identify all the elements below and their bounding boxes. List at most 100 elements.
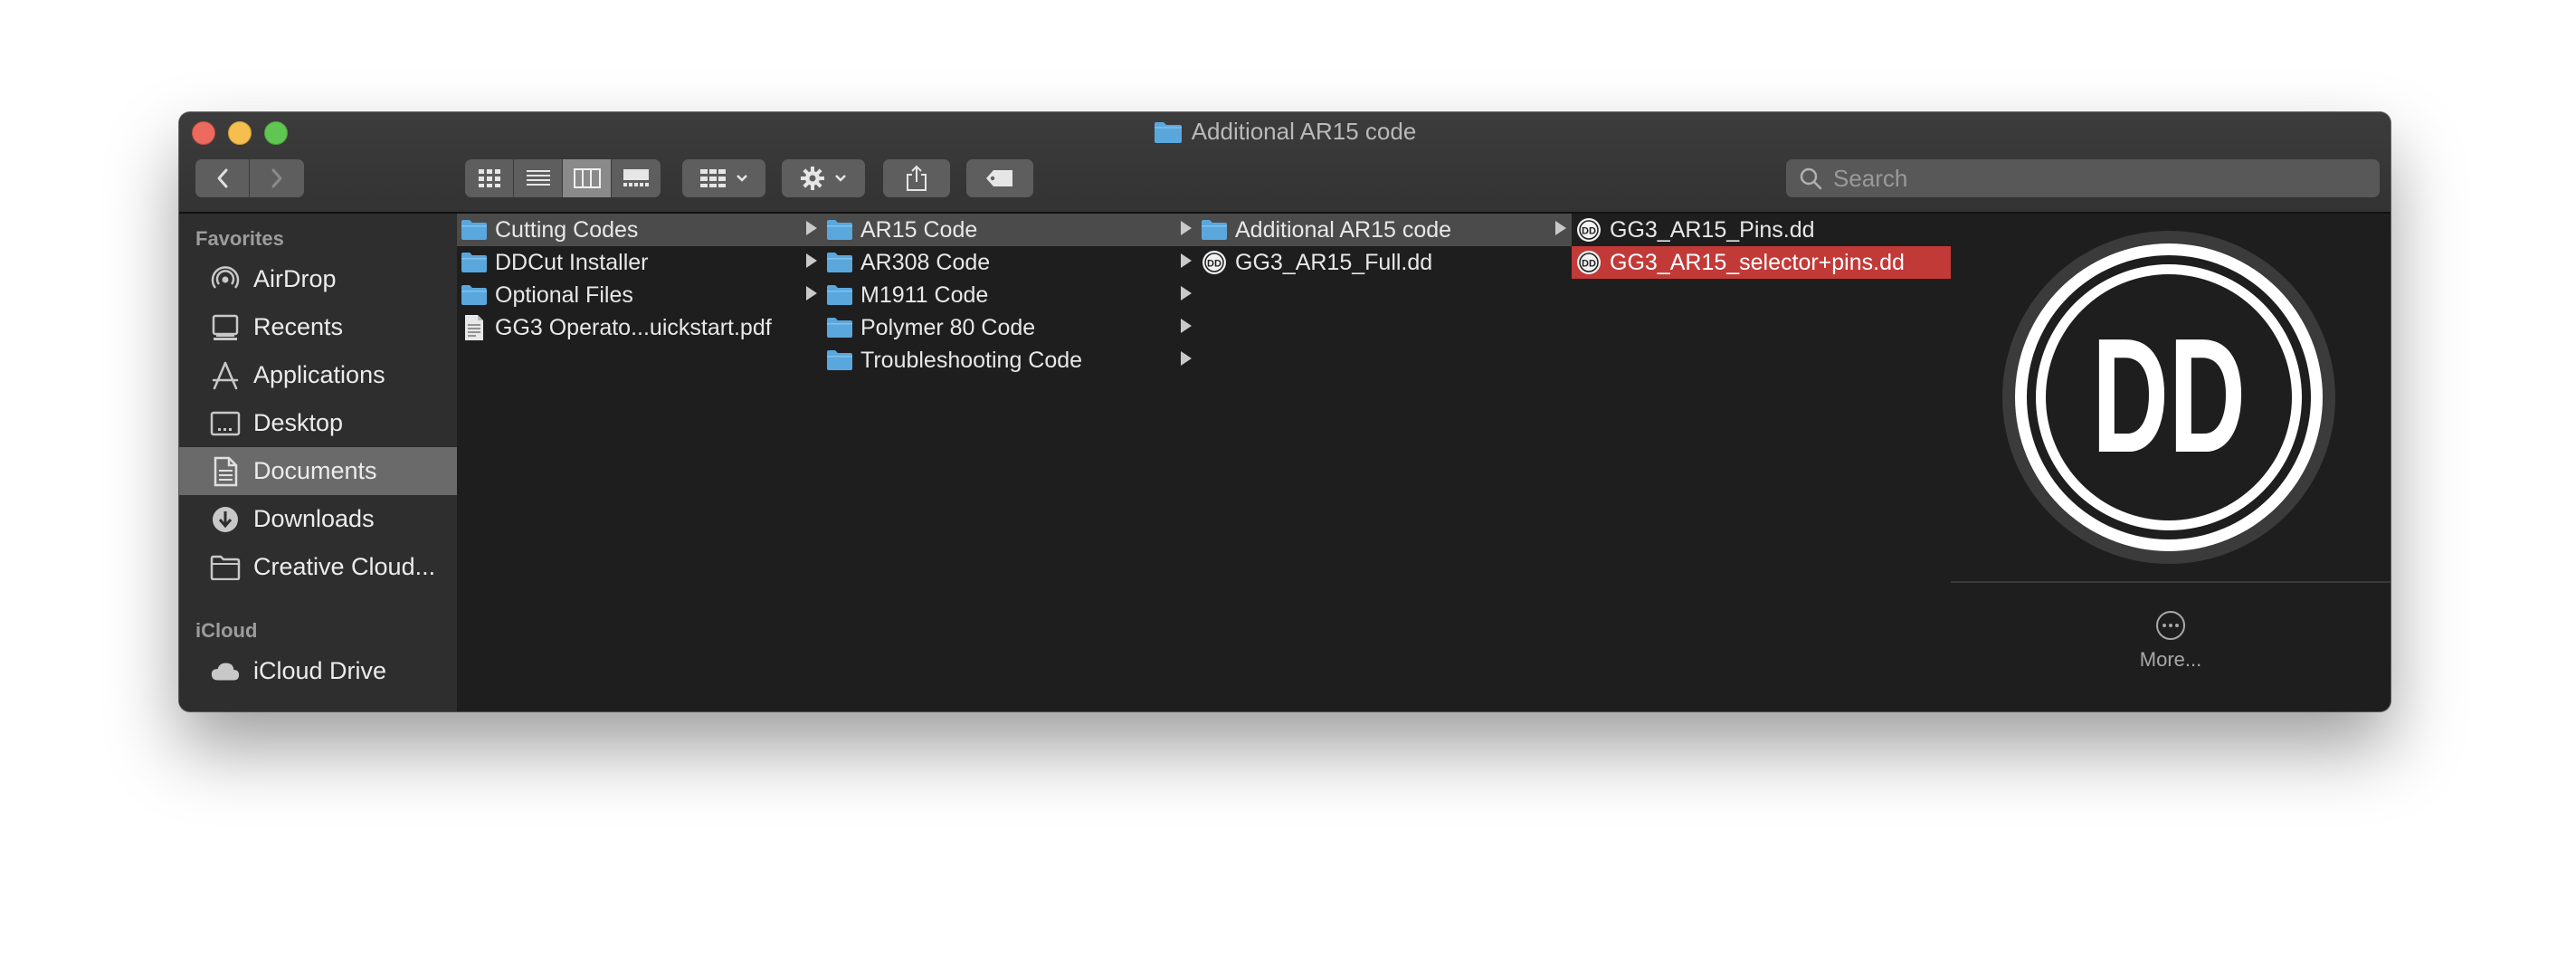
column-view-button[interactable]: [563, 159, 612, 197]
folder-row-additional-ar15-code[interactable]: Additional AR15 code: [1197, 214, 1572, 246]
sidebar-item-desktop[interactable]: Desktop: [179, 399, 457, 447]
dd-logo-icon: DD: [2002, 231, 2335, 564]
folder-row-troubleshooting-code[interactable]: Troubleshooting Code: [822, 344, 1197, 377]
folder-row-ddcut-installer[interactable]: DDCut Installer: [457, 246, 822, 279]
sidebar-item-label: Recents: [253, 313, 344, 340]
airdrop-icon: [210, 264, 241, 295]
chevron-left-icon: [217, 168, 227, 188]
recents-icon: [210, 312, 241, 343]
applications-icon: [210, 360, 241, 391]
disclosure-arrow-icon: [806, 286, 817, 301]
preview-logo-text: DD: [2092, 305, 2246, 487]
browser-column-2: AR15 Code AR308 Code M1911 Code Polymer …: [822, 214, 1199, 711]
folder-icon: [826, 216, 853, 243]
list-icon: [526, 170, 550, 186]
documents-icon: [210, 456, 241, 487]
list-view-button[interactable]: [514, 159, 563, 197]
row-label: Additional AR15 code: [1235, 216, 1452, 243]
columns-icon: [573, 168, 601, 188]
sidebar-item-label: AirDrop: [253, 265, 337, 292]
downloads-icon: [210, 504, 241, 535]
tags-button[interactable]: [966, 159, 1033, 197]
svg-text:DD: DD: [1582, 226, 1596, 237]
sidebar-section-favorites: Favorites: [195, 227, 284, 250]
back-button[interactable]: [195, 159, 250, 197]
sidebar: Favorites AirDrop Recents Applications D…: [179, 214, 459, 711]
row-label: AR15 Code: [860, 216, 978, 243]
more-button[interactable]: More...: [1951, 610, 2391, 672]
action-button[interactable]: [782, 159, 865, 197]
file-row-gg3-ar15-pins[interactable]: DD GG3_AR15_Pins.dd: [1572, 214, 1951, 246]
sidebar-item-icloud-drive[interactable]: iCloud Drive: [179, 647, 457, 695]
sidebar-item-recents[interactable]: Recents: [179, 303, 457, 351]
preview-divider: [1951, 581, 2391, 583]
row-label: AR308 Code: [860, 249, 991, 275]
folder-row-ar15-code[interactable]: AR15 Code: [822, 214, 1197, 246]
chevron-right-icon: [271, 168, 282, 188]
desktop-icon: [210, 408, 241, 439]
window-title: Additional AR15 code: [179, 118, 2391, 146]
row-label: Cutting Codes: [495, 216, 639, 243]
sidebar-item-downloads[interactable]: Downloads: [179, 495, 457, 543]
row-label: Optional Files: [495, 281, 633, 308]
row-label: DDCut Installer: [495, 249, 649, 275]
sidebar-item-applications[interactable]: Applications: [179, 351, 457, 399]
svg-text:DD: DD: [1207, 259, 1221, 270]
sidebar-item-airdrop[interactable]: AirDrop: [179, 255, 457, 303]
group-by-button[interactable]: [682, 159, 765, 197]
folder-icon: [461, 249, 488, 276]
sidebar-item-documents[interactable]: Documents: [179, 447, 457, 495]
toolbar: Additional AR15 code: [179, 112, 2391, 214]
sidebar-item-label: Downloads: [253, 505, 375, 532]
search-field[interactable]: [1786, 159, 2380, 197]
file-row-pdf[interactable]: GG3 Operato...uickstart.pdf: [457, 311, 822, 344]
search-icon: [1800, 167, 1822, 190]
sidebar-item-label: Documents: [253, 457, 377, 484]
preview-pane: DD More...: [1951, 214, 2391, 711]
gallery-view-button[interactable]: [612, 159, 661, 197]
share-icon: [907, 165, 927, 191]
sidebar-section-icloud: iCloud: [195, 619, 258, 642]
folder-icon: [1201, 216, 1228, 243]
file-row-gg3-ar15-full[interactable]: DD GG3_AR15_Full.dd: [1197, 246, 1572, 279]
search-input[interactable]: [1831, 163, 2342, 194]
disclosure-arrow-icon: [806, 253, 817, 268]
ellipsis-circle-icon: [2156, 611, 2185, 640]
tag-icon: [986, 170, 1012, 186]
row-label: GG3_AR15_Pins.dd: [1610, 216, 1815, 243]
gallery-icon: [623, 169, 649, 186]
dd-file-icon: DD: [1201, 249, 1228, 276]
more-label: More...: [2139, 648, 2202, 671]
row-label: M1911 Code: [860, 281, 989, 308]
dd-file-icon: DD: [1575, 249, 1602, 276]
folder-icon: [210, 552, 241, 583]
folder-row-cutting-codes[interactable]: Cutting Codes: [457, 214, 822, 246]
row-label: Polymer 80 Code: [860, 314, 1036, 340]
file-row-gg3-ar15-selector-pins[interactable]: DD GG3_AR15_selector+pins.dd: [1572, 246, 1951, 279]
folder-row-polymer-80-code[interactable]: Polymer 80 Code: [822, 311, 1197, 344]
group-grid-icon: [700, 169, 726, 187]
sidebar-item-creative-cloud[interactable]: Creative Cloud...: [179, 543, 457, 591]
folder-icon: [461, 216, 488, 243]
forward-button[interactable]: [250, 159, 304, 197]
row-label: GG3 Operato...uickstart.pdf: [495, 314, 772, 340]
sidebar-item-label: iCloud Drive: [253, 657, 387, 684]
view-mode-control: [465, 159, 661, 197]
browser-column-4: DD GG3_AR15_Pins.dd DD GG3_AR15_selector…: [1572, 214, 1953, 711]
share-button[interactable]: [883, 159, 950, 197]
chevron-down-icon: [737, 175, 747, 182]
window-title-text: Additional AR15 code: [1191, 118, 1417, 145]
disclosure-arrow-icon: [1181, 253, 1192, 268]
folder-icon: [826, 314, 853, 341]
folder-row-m1911-code[interactable]: M1911 Code: [822, 279, 1197, 311]
folder-icon: [826, 347, 853, 374]
disclosure-arrow-icon: [1181, 351, 1192, 366]
chevron-down-icon: [835, 175, 846, 182]
folder-row-ar308-code[interactable]: AR308 Code: [822, 246, 1197, 279]
folder-row-optional-files[interactable]: Optional Files: [457, 279, 822, 311]
disclosure-arrow-icon: [1181, 319, 1192, 333]
folder-icon: [826, 281, 853, 309]
icon-view-button[interactable]: [465, 159, 514, 197]
svg-text:DD: DD: [1582, 259, 1596, 270]
folder-icon: [461, 281, 488, 309]
